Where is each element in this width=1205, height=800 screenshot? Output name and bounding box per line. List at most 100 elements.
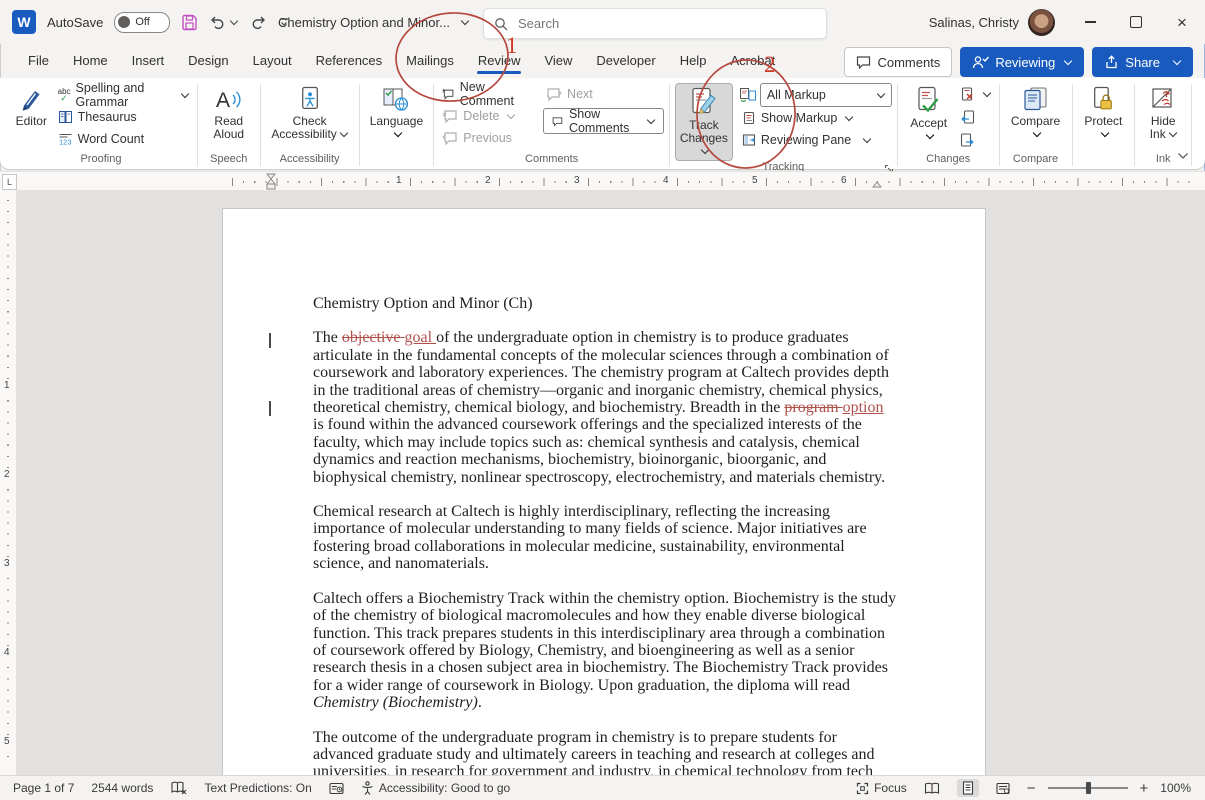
- status-bar: Page 1 of 7 2544 words Text Predictions:…: [0, 775, 1205, 800]
- reviewing-button[interactable]: Reviewing: [960, 47, 1084, 77]
- autosave-toggle[interactable]: Off: [114, 12, 170, 33]
- word-count-button[interactable]: 123 Word Count: [55, 128, 192, 149]
- document-body[interactable]: Chemistry Option and Minor (Ch) The obje…: [313, 295, 897, 776]
- read-aloud-button[interactable]: A Read Aloud: [203, 83, 255, 143]
- close-button[interactable]: ×: [1159, 0, 1205, 44]
- page-indicator[interactable]: Page 1 of 7: [13, 781, 74, 795]
- zoom-slider-thumb[interactable]: [1086, 782, 1091, 794]
- paragraph[interactable]: The outcome of the undergraduate program…: [313, 729, 897, 776]
- paragraph[interactable]: Caltech offers a Biochemistry Track with…: [313, 590, 897, 712]
- tab-references[interactable]: References: [304, 46, 394, 77]
- redo-button[interactable]: [249, 14, 267, 30]
- show-markup-button[interactable]: Show Markup: [739, 107, 892, 128]
- editor-button[interactable]: Editor: [10, 83, 53, 130]
- track-changes-chevron-icon: [701, 146, 709, 154]
- share-icon: [1104, 55, 1119, 69]
- save-icon[interactable]: [181, 14, 198, 31]
- avatar[interactable]: [1028, 9, 1055, 36]
- protect-button[interactable]: Protect: [1077, 83, 1129, 140]
- show-comments-button[interactable]: Show Comments: [543, 108, 664, 134]
- tab-stop-selector[interactable]: L: [2, 174, 17, 190]
- read-mode-button[interactable]: [919, 780, 945, 797]
- lock-tracking-icon[interactable]: [739, 87, 756, 102]
- divider: [1134, 84, 1135, 166]
- spelling-grammar-button[interactable]: abc✓ Spelling and Grammar: [55, 84, 192, 105]
- accessibility-status[interactable]: Accessibility: Good to go: [361, 781, 510, 795]
- new-comment-button[interactable]: New Comment: [439, 83, 527, 104]
- tracked-insertion: goal: [405, 329, 437, 346]
- tab-insert[interactable]: Insert: [120, 46, 177, 77]
- new-comment-icon: [442, 87, 454, 101]
- document-title-menu[interactable]: Chemistry Option and Minor...: [278, 0, 469, 44]
- next-change-button[interactable]: [957, 129, 994, 150]
- zoom-out-button[interactable]: −: [1027, 780, 1036, 797]
- all-markup-chevron-icon: [877, 89, 885, 97]
- maximize-button[interactable]: [1113, 0, 1159, 44]
- editor-insights-icon[interactable]: [329, 782, 344, 795]
- proofing-errors-icon[interactable]: [170, 781, 187, 795]
- spelling-icon: abc✓: [58, 88, 71, 102]
- ribbon-tabs: FileHomeInsertDesignLayoutReferencesMail…: [16, 44, 787, 78]
- zoom-level[interactable]: 100%: [1160, 781, 1191, 795]
- tab-home[interactable]: Home: [61, 46, 120, 77]
- hide-ink-chevron-icon: [1168, 129, 1176, 137]
- word-count-indicator[interactable]: 2544 words: [91, 781, 153, 795]
- account-area[interactable]: Salinas, Christy: [929, 0, 1055, 44]
- track-changes-button[interactable]: Track Changes: [675, 83, 733, 161]
- check-accessibility-button[interactable]: Check Accessibility: [266, 83, 354, 143]
- tab-review[interactable]: Review: [466, 46, 533, 77]
- previous-change-button[interactable]: [957, 106, 994, 127]
- document-canvas[interactable]: 12345 Chemistry Option and Minor (Ch) Th…: [0, 190, 1205, 776]
- text-predictions-indicator[interactable]: Text Predictions: On: [204, 781, 311, 795]
- tab-help[interactable]: Help: [668, 46, 719, 77]
- delete-comment-button[interactable]: Delete: [439, 105, 527, 126]
- zoom-slider[interactable]: [1048, 787, 1128, 789]
- collapse-ribbon-icon[interactable]: [1177, 152, 1189, 160]
- hide-ink-button[interactable]: Hide Ink: [1140, 83, 1186, 143]
- word-logo: W: [12, 10, 36, 34]
- show-comments-icon: [552, 115, 563, 128]
- display-for-review-dropdown[interactable]: All Markup: [760, 83, 892, 107]
- group-label-comments: Comments: [439, 153, 664, 169]
- document-heading[interactable]: Chemistry Option and Minor (Ch): [313, 295, 897, 312]
- indent-marker[interactable]: [266, 173, 276, 190]
- horizontal-ruler[interactable]: L 123456: [0, 171, 1205, 191]
- thesaurus-button[interactable]: Thesaurus: [55, 106, 192, 127]
- tab-mailings[interactable]: Mailings: [394, 46, 466, 77]
- undo-button[interactable]: [209, 14, 238, 30]
- compare-button[interactable]: Compare: [1005, 83, 1067, 140]
- search-bar[interactable]: [483, 8, 827, 39]
- tab-design[interactable]: Design: [176, 46, 240, 77]
- comments-button[interactable]: Comments: [844, 47, 952, 77]
- tab-layout[interactable]: Layout: [241, 46, 304, 77]
- tab-acrobat[interactable]: Acrobat: [718, 46, 787, 77]
- reject-change-button[interactable]: [957, 83, 994, 104]
- web-layout-button[interactable]: [991, 780, 1015, 797]
- search-input[interactable]: [516, 15, 760, 32]
- divider: [669, 84, 670, 166]
- previous-comment-button[interactable]: Previous: [439, 127, 527, 148]
- minimize-button[interactable]: [1067, 0, 1113, 44]
- language-button[interactable]: Language: [364, 83, 428, 140]
- group-proofing: Editor abc✓ Spelling and Grammar Thesaur…: [10, 81, 192, 169]
- paragraph[interactable]: Chemical research at Caltech is highly i…: [313, 503, 897, 573]
- divider: [260, 84, 261, 166]
- group-label-language: [364, 165, 428, 169]
- paragraph[interactable]: The objective goal of the undergraduate …: [313, 329, 897, 486]
- vertical-ruler[interactable]: 12345: [0, 190, 17, 776]
- zoom-in-button[interactable]: +: [1140, 780, 1149, 797]
- focus-icon: [856, 782, 869, 795]
- right-indent-marker[interactable]: [872, 181, 882, 188]
- document-page[interactable]: Chemistry Option and Minor (Ch) The obje…: [222, 208, 986, 776]
- share-button[interactable]: Share: [1092, 47, 1193, 77]
- reviewing-pane-button[interactable]: Reviewing Pane: [739, 129, 892, 150]
- print-layout-button[interactable]: [957, 779, 979, 797]
- quick-access-toolbar: W AutoSave Off: [12, 0, 290, 44]
- tab-view[interactable]: View: [532, 46, 584, 77]
- next-comment-button[interactable]: Next: [543, 83, 664, 104]
- divider: [433, 84, 434, 166]
- tab-developer[interactable]: Developer: [584, 46, 667, 77]
- accept-button[interactable]: Accept: [903, 83, 955, 142]
- focus-mode-button[interactable]: Focus: [856, 781, 907, 795]
- tab-file[interactable]: File: [16, 46, 61, 77]
